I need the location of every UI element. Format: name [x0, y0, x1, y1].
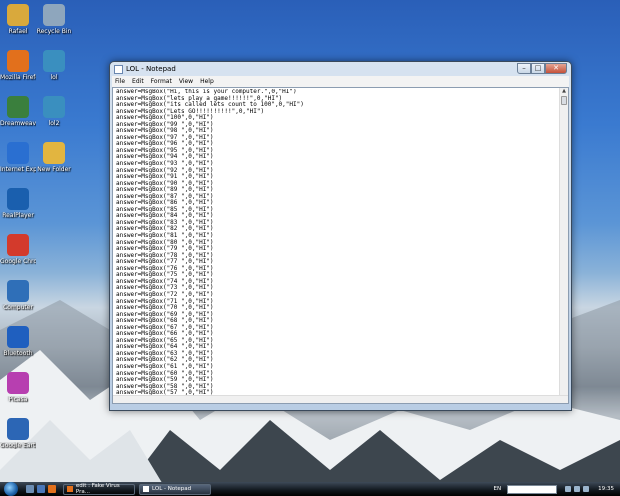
menu-format[interactable]: Format: [151, 78, 172, 85]
desktop-icon-user-folder[interactable]: Rafael: [0, 4, 36, 35]
desktop-icon-picasa[interactable]: Picasa: [0, 372, 36, 403]
scroll-up-icon[interactable]: ▲: [560, 88, 568, 95]
desktop-icon-computer[interactable]: Computer: [0, 280, 36, 311]
desktop-icon-label: Mozilla Firefox: [0, 74, 36, 81]
desktop-icon-dreamweaver[interactable]: Dreamweaver: [0, 96, 36, 127]
horizontal-scrollbar[interactable]: [113, 395, 568, 403]
desktop-icon-label: RealPlayer: [2, 212, 34, 219]
desktop-icon-label: Google Earth: [0, 442, 36, 449]
system-tray: EN 19:35: [494, 482, 620, 496]
desktop-icon-label: Bluetooth: [3, 350, 33, 357]
desktop-icon-chrome[interactable]: Google Chrome: [0, 234, 36, 265]
desktop-icon-label: Picasa: [8, 396, 28, 403]
switch-windows-icon[interactable]: [37, 485, 45, 493]
close-button[interactable]: ✕: [545, 62, 567, 74]
desktop-icon-bluetooth[interactable]: Bluetooth: [0, 326, 36, 357]
taskbar-item-label: edit : Fake Virus Pra...: [75, 483, 120, 495]
text-content[interactable]: answer=MsgBox("Hi, this is your computer…: [116, 89, 556, 395]
power-icon[interactable]: [583, 486, 590, 492]
clock[interactable]: 19:35: [598, 486, 614, 492]
notepad-window[interactable]: LOL - Notepad – □ ✕ File Edit Format Vie…: [109, 61, 572, 411]
desktop-icon-label: Computer: [3, 304, 33, 311]
start-button[interactable]: [4, 482, 18, 496]
firefox-icon: [7, 50, 29, 72]
menu-view[interactable]: View: [179, 78, 193, 85]
taskbar-item-label: LOL - Notepad: [152, 486, 192, 492]
computer-icon: [7, 280, 29, 302]
taskbar-item-firefox[interactable]: edit : Fake Virus Pra...: [63, 483, 135, 495]
quick-launch: [26, 485, 59, 493]
recycle-bin-icon: [43, 4, 65, 26]
internet-explorer-icon: [7, 142, 29, 164]
menu-edit[interactable]: Edit: [132, 78, 144, 85]
search-input[interactable]: [507, 484, 558, 494]
desktop-icon-script-file[interactable]: lol: [36, 50, 72, 81]
script-file-icon: [43, 50, 65, 72]
firefox-icon: [67, 486, 73, 492]
window-title: LOL - Notepad: [126, 65, 176, 73]
taskbar: edit : Fake Virus Pra... LOL - Notepad E…: [0, 482, 620, 496]
notepad-icon: [114, 64, 123, 74]
picasa-icon: [7, 372, 29, 394]
script-file-icon: [43, 96, 65, 118]
desktop-icon-label: Recycle Bin: [36, 28, 72, 35]
menu-help[interactable]: Help: [200, 78, 214, 85]
menu-bar: File Edit Format View Help: [112, 76, 569, 87]
notepad-icon: [143, 486, 149, 492]
desktop-icon-folder[interactable]: New Folder: [36, 142, 72, 173]
desktop-icon-recycle-bin[interactable]: Recycle Bin: [36, 4, 72, 35]
taskbar-item-notepad[interactable]: LOL - Notepad: [139, 483, 211, 495]
scroll-thumb[interactable]: [561, 96, 567, 105]
desktop-icon-label: lol: [50, 74, 58, 81]
folder-icon: [43, 142, 65, 164]
desktop-icon-label: Rafael: [8, 28, 28, 35]
desktop-icon-label: Google Chrome: [0, 258, 36, 265]
dreamweaver-icon: [7, 96, 29, 118]
user-folder-icon: [7, 4, 29, 26]
desktop-icon-script-file[interactable]: lol2: [36, 96, 72, 127]
maximize-button[interactable]: □: [531, 62, 545, 74]
chrome-icon: [7, 234, 29, 256]
google-earth-icon: [7, 418, 29, 440]
vertical-scrollbar[interactable]: ▲: [559, 88, 568, 395]
desktop-icon-firefox[interactable]: Mozilla Firefox: [0, 50, 36, 81]
desktop-icon-label: lol2: [48, 120, 60, 127]
volume-icon[interactable]: [574, 486, 581, 492]
desktop-icon-internet-explorer[interactable]: Internet Explorer: [0, 142, 36, 173]
desktop-icon-label: Internet Explorer: [0, 166, 36, 173]
menu-file[interactable]: File: [115, 78, 125, 85]
desktop-icon-google-earth[interactable]: Google Earth: [0, 418, 36, 449]
language-indicator[interactable]: EN: [494, 486, 502, 492]
bluetooth-icon: [7, 326, 29, 348]
realplayer-icon: [7, 188, 29, 210]
desktop-icon-label: New Folder: [37, 166, 71, 173]
show-desktop-icon[interactable]: [26, 485, 34, 493]
text-editor[interactable]: answer=MsgBox("Hi, this is your computer…: [112, 87, 569, 404]
network-icon[interactable]: [565, 486, 572, 492]
window-titlebar[interactable]: LOL - Notepad – □ ✕: [110, 62, 571, 76]
firefox-icon[interactable]: [48, 485, 56, 493]
minimize-button[interactable]: –: [517, 62, 531, 74]
desktop-icon-realplayer[interactable]: RealPlayer: [0, 188, 36, 219]
desktop-icon-label: Dreamweaver: [0, 120, 36, 127]
